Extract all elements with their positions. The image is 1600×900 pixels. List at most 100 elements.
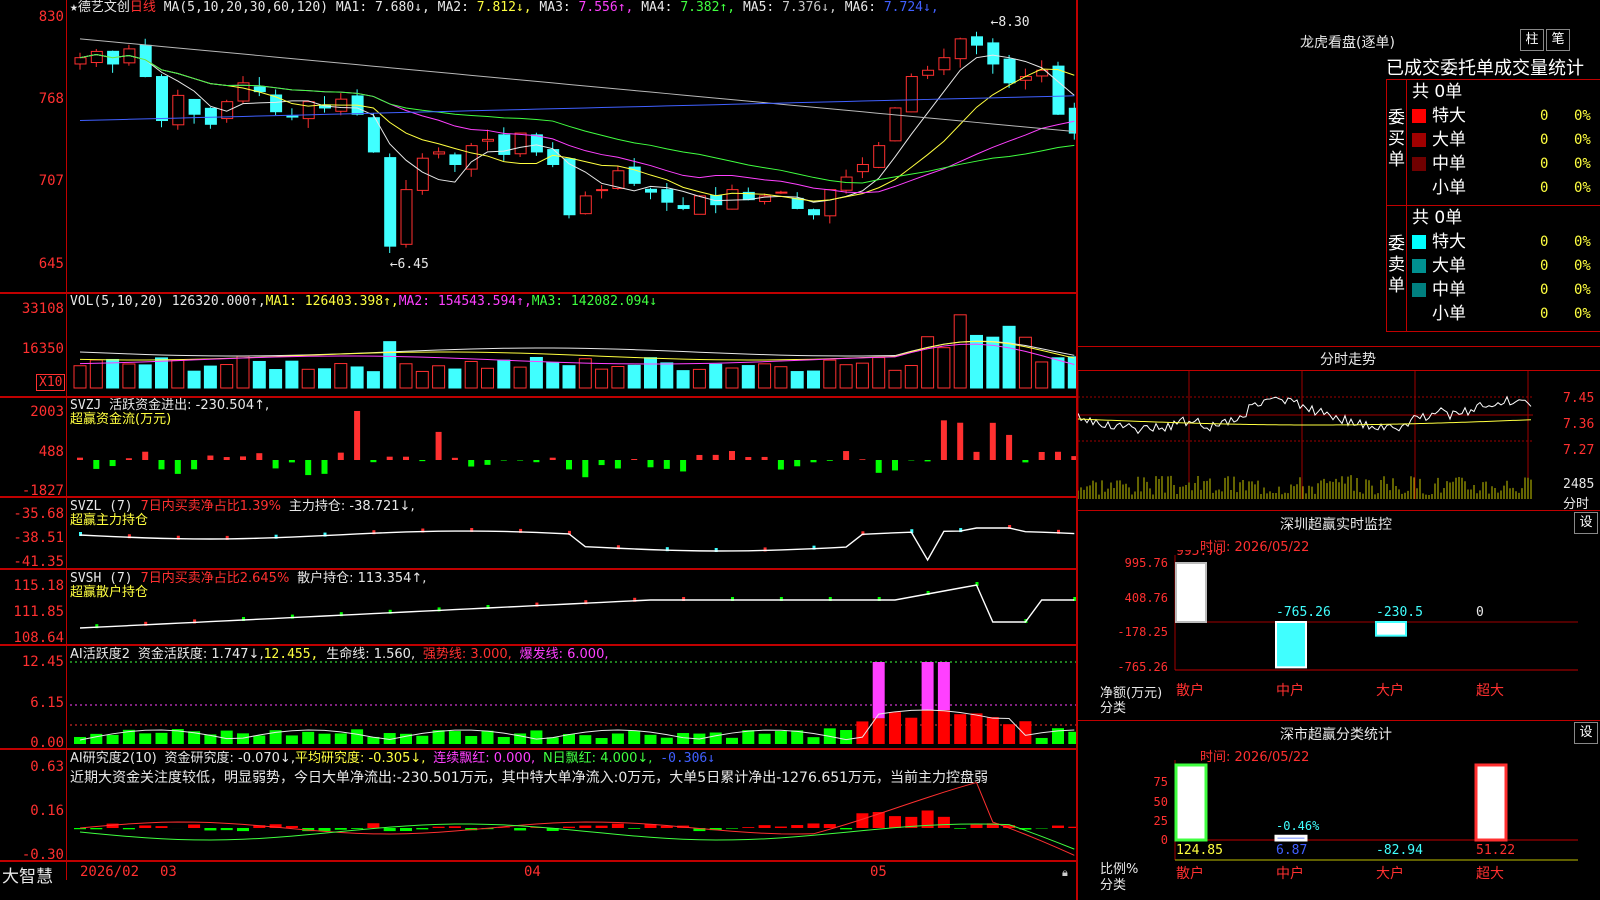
volume-bar bbox=[171, 359, 185, 389]
flow-bar bbox=[500, 460, 507, 461]
x-axis-label: 2026/02 bbox=[80, 864, 140, 880]
ai-strong-line: 强势线: 3.000, bbox=[422, 647, 512, 662]
monitor-category-label: 中户 bbox=[1276, 682, 1304, 699]
class-top-label: -0.46% bbox=[1276, 819, 1320, 833]
order-percent: 0% bbox=[1574, 306, 1591, 322]
ai-research-y-label: -0.30 bbox=[21, 847, 64, 863]
tab-bar: 已成交委托单成交量统计 bbox=[1386, 54, 1584, 80]
stock-name[interactable]: 德艺文创 bbox=[78, 0, 130, 15]
flow-bar bbox=[924, 460, 931, 462]
flow-bar bbox=[468, 460, 475, 467]
class-y-label: 0 bbox=[1161, 833, 1168, 847]
research-bar bbox=[595, 825, 608, 828]
volume-bar bbox=[595, 368, 609, 389]
flow-bar bbox=[354, 410, 361, 460]
activity-bar bbox=[709, 732, 722, 744]
order-percent: 0% bbox=[1574, 180, 1591, 196]
activity-bar bbox=[1068, 731, 1076, 744]
volume-bar bbox=[366, 371, 380, 389]
volume-bar bbox=[839, 364, 853, 389]
vol-ma2: MA2: 154543.594↑, bbox=[398, 294, 532, 309]
svsh-title: SVSH (7) bbox=[70, 571, 133, 586]
tab-orders[interactable]: 委托单 bbox=[1440, 58, 1494, 79]
sz-monitor-settings-button[interactable]: 设 bbox=[1574, 512, 1598, 534]
candle-body bbox=[938, 57, 951, 71]
activity-bar bbox=[742, 730, 755, 744]
research-bar bbox=[188, 824, 201, 828]
volume-bar bbox=[888, 369, 902, 389]
volume-bar bbox=[790, 371, 804, 389]
flow-bar bbox=[663, 460, 670, 469]
bar-mode-button[interactable]: 柱 bbox=[1520, 29, 1544, 51]
tab-volume-stats[interactable]: 成交量统计 bbox=[1494, 58, 1584, 79]
candle-body bbox=[384, 157, 397, 247]
low-marker: ←6.45 bbox=[390, 257, 429, 272]
tab-done[interactable]: 已成交 bbox=[1386, 58, 1440, 79]
svzj-y-label: 2003 bbox=[30, 404, 64, 420]
research-bar bbox=[220, 828, 233, 831]
ma-value: 7.724↓, bbox=[876, 0, 939, 15]
flow-bar bbox=[826, 460, 833, 461]
fs-title: 分时走势 bbox=[1320, 352, 1376, 368]
candle-body bbox=[156, 76, 168, 122]
flow-bar bbox=[631, 458, 638, 460]
retail-hold-line bbox=[79, 584, 1075, 629]
volume-bar bbox=[758, 363, 772, 389]
research-bar bbox=[514, 828, 527, 831]
volume-bar bbox=[383, 341, 397, 389]
order-row: 特大 bbox=[1412, 230, 1466, 254]
star-icon[interactable]: ★ bbox=[70, 0, 78, 15]
volume-bar bbox=[187, 370, 201, 389]
flow-bar bbox=[1038, 451, 1045, 460]
research-bar bbox=[774, 826, 787, 828]
price-y-label: 830 bbox=[38, 9, 64, 25]
monitor-y-label: 995.76 bbox=[1125, 556, 1168, 570]
intraday-chart[interactable] bbox=[1078, 371, 1600, 509]
lock-icon[interactable]: 🔒︎ bbox=[1062, 866, 1068, 880]
svzj-title: SVZJ bbox=[70, 398, 102, 413]
volume-bar bbox=[464, 360, 478, 389]
order-count: 0 bbox=[1540, 180, 1549, 196]
monitor-y-label: -178.25 bbox=[1117, 625, 1168, 639]
flow-bar bbox=[973, 451, 980, 460]
volume-bar bbox=[937, 347, 951, 389]
order-row: 大单 bbox=[1412, 128, 1466, 152]
flow-bar bbox=[598, 460, 605, 466]
svzl-hold: 主力持仓: -38.721↓, bbox=[288, 499, 415, 514]
candle-body bbox=[514, 132, 527, 155]
candle-body bbox=[400, 189, 413, 245]
activity-bar bbox=[889, 712, 901, 744]
pen-mode-button[interactable]: 笔 bbox=[1546, 29, 1570, 51]
ai-life-line: 生命线: 1.560, bbox=[326, 647, 416, 662]
ai-research-title: AI研究度2(10) bbox=[70, 751, 157, 766]
flow-bar bbox=[223, 457, 230, 460]
candle-body bbox=[661, 189, 674, 203]
flow-bar bbox=[370, 460, 377, 463]
sz-class-chart: 75 50 25 0 124.85 散户 6.87 中户 -82.94 大户 51.22 超大 -0.4… bbox=[1154, 760, 1578, 882]
order-size-label: 中单 bbox=[1432, 280, 1466, 300]
class-category-label: 散户 bbox=[1176, 865, 1204, 882]
research-bar bbox=[563, 826, 575, 828]
order-row: 大单 bbox=[1412, 254, 1466, 278]
candle-body bbox=[873, 145, 886, 168]
candle-body bbox=[1052, 65, 1065, 115]
class-category-label: 超大 bbox=[1476, 866, 1504, 882]
activity-bar bbox=[74, 736, 86, 744]
flow-bar bbox=[875, 460, 882, 473]
sz-class-settings-button[interactable]: 设 bbox=[1574, 722, 1598, 744]
order-percent: 0% bbox=[1574, 234, 1591, 250]
kline-chart[interactable]: ←8.30 ←6.45 bbox=[0, 0, 1076, 880]
activity-bar bbox=[106, 734, 119, 744]
ma-value: 7.812↓, bbox=[468, 0, 540, 15]
vol-unit-badge[interactable]: X10 bbox=[36, 374, 66, 391]
flow-bar bbox=[549, 457, 556, 460]
svzj-subtitle: 超赢资金流(万元) bbox=[70, 412, 172, 427]
monitor-category-label: 散户 bbox=[1176, 682, 1204, 699]
research-bar bbox=[758, 825, 771, 828]
order-size-label: 小单 bbox=[1432, 178, 1466, 198]
price-header: ★德艺文创日线 MA(5,10,20,30,60,120) MA1: 7.680… bbox=[70, 0, 939, 16]
activity-bar bbox=[448, 731, 461, 744]
activity-bar bbox=[1019, 721, 1032, 744]
order-row: 小单 bbox=[1412, 302, 1466, 326]
period-label[interactable]: 日线 bbox=[130, 0, 156, 15]
